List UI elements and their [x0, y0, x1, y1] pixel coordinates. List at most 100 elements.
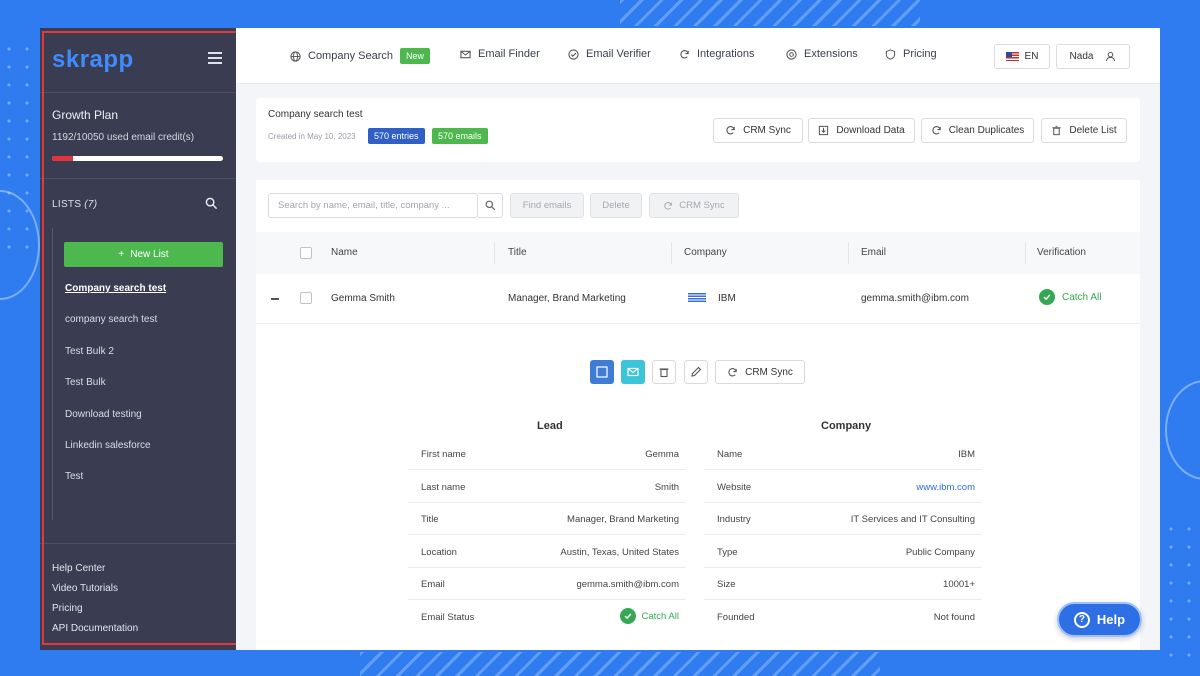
- lead-email-value: gemma.smith@ibm.com: [576, 579, 679, 590]
- contacts-search-input[interactable]: Search by name, email, title, company ..…: [268, 193, 478, 218]
- row-title: Manager, Brand Marketing: [508, 293, 626, 304]
- list-rail: [52, 228, 53, 520]
- list-item-company-search-test[interactable]: Company search test: [65, 283, 166, 294]
- list-header-card: Company search test Created in May 10, 2…: [256, 98, 1140, 162]
- sidebar-divider: [40, 178, 236, 179]
- language-selector[interactable]: EN: [994, 44, 1050, 69]
- new-list-button[interactable]: + New List: [64, 242, 223, 267]
- column-email[interactable]: Email: [861, 247, 886, 258]
- row-verification-label: Catch All: [1062, 291, 1102, 303]
- search-icon[interactable]: [205, 197, 218, 210]
- column-verification[interactable]: Verification: [1037, 247, 1086, 258]
- email-button[interactable]: [621, 360, 645, 384]
- credits-progress-fill: [52, 156, 73, 161]
- delete-button[interactable]: Delete: [590, 193, 642, 218]
- list-item-download-testing[interactable]: Download testing: [65, 409, 142, 420]
- lead-location-row: Location Austin, Texas, United States: [408, 536, 686, 568]
- nav-email-verifier[interactable]: Email Verifier: [568, 48, 651, 60]
- user-name: Nada: [1069, 51, 1094, 62]
- lead-email-status-value: Catch All: [619, 608, 679, 624]
- us-flag-icon: [1005, 52, 1019, 61]
- select-all-checkbox[interactable]: [300, 247, 312, 259]
- lead-first-name-key: First name: [421, 449, 466, 460]
- find-emails-button[interactable]: Find emails: [510, 193, 584, 218]
- lead-email-row: Email gemma.smith@ibm.com: [408, 568, 686, 600]
- nav-extensions[interactable]: Extensions: [786, 48, 858, 60]
- shield-icon: [885, 48, 896, 60]
- menu-list-icon[interactable]: [208, 52, 222, 64]
- user-menu-button[interactable]: Nada: [1056, 44, 1130, 69]
- company-industry-row: Industry IT Services and IT Consulting: [704, 503, 982, 535]
- company-name-row: Name IBM: [704, 438, 982, 470]
- linkedin-button[interactable]: [590, 360, 614, 384]
- list-item-company-search-test-2[interactable]: company search test: [65, 314, 157, 325]
- list-item-test-bulk-2[interactable]: Test Bulk 2: [65, 346, 114, 357]
- table-row[interactable]: Gemma Smith Manager, Brand Marketing IBM…: [256, 274, 1140, 324]
- company-size-key: Size: [717, 579, 736, 590]
- search-button[interactable]: [478, 193, 503, 218]
- sidebar: skrapp Growth Plan 1192/10050 used email…: [40, 28, 236, 650]
- api-documentation-link[interactable]: API Documentation: [52, 623, 138, 634]
- row-checkbox[interactable]: [300, 292, 312, 304]
- company-size-value: 10001+: [943, 579, 975, 590]
- refresh-icon: [932, 126, 941, 135]
- crm-sync-button[interactable]: CRM Sync: [713, 118, 803, 143]
- company-website-key: Website: [717, 482, 752, 493]
- delete-list-label: Delete List: [1069, 125, 1117, 136]
- lead-location-key: Location: [421, 547, 457, 558]
- lead-section-title: Lead: [537, 420, 563, 432]
- lead-email-status-row: Email Status Catch All: [408, 601, 686, 633]
- sync-icon: [728, 367, 737, 376]
- company-website-link[interactable]: www.ibm.com: [916, 482, 975, 493]
- column-title[interactable]: Title: [508, 247, 527, 258]
- crm-sync-toolbar-label: CRM Sync: [679, 200, 725, 211]
- help-label: Help: [1096, 612, 1126, 627]
- top-navigation: Company Search New Email Finder Email Ve…: [236, 28, 1160, 84]
- column-divider: [671, 242, 672, 264]
- nav-email-verifier-label: Email Verifier: [586, 48, 651, 60]
- download-data-label: Download Data: [836, 125, 905, 136]
- pencil-icon: [691, 366, 702, 377]
- check-circle-icon: [619, 608, 636, 624]
- collapse-row-icon[interactable]: [271, 298, 279, 300]
- row-name: Gemma Smith: [331, 293, 395, 304]
- sync-icon: [680, 49, 689, 58]
- nav-company-search-label: Company Search: [308, 50, 393, 62]
- crm-sync-label: CRM Sync: [743, 125, 791, 136]
- pricing-link[interactable]: Pricing: [52, 603, 83, 614]
- envelope-icon: [627, 367, 639, 377]
- crm-sync-toolbar-button[interactable]: CRM Sync: [649, 193, 739, 218]
- help-button[interactable]: ? Help: [1057, 602, 1142, 637]
- background-stripes-top: [620, 0, 920, 26]
- nav-pricing[interactable]: Pricing: [885, 48, 937, 60]
- check-circle-icon: [1039, 289, 1055, 305]
- clean-duplicates-button[interactable]: Clean Duplicates: [921, 118, 1034, 143]
- chrome-icon: [786, 48, 797, 60]
- row-email: gemma.smith@ibm.com: [861, 293, 969, 304]
- column-name[interactable]: Name: [331, 247, 358, 258]
- new-list-label: New List: [130, 249, 169, 260]
- contact-crm-sync-button[interactable]: CRM Sync: [715, 360, 805, 384]
- delete-contact-button[interactable]: [652, 360, 676, 384]
- column-divider: [494, 242, 495, 264]
- nav-company-search[interactable]: Company Search New: [290, 48, 431, 64]
- help-center-link[interactable]: Help Center: [52, 563, 105, 574]
- nav-email-finder[interactable]: Email Finder: [460, 48, 540, 60]
- video-tutorials-link[interactable]: Video Tutorials: [52, 583, 118, 594]
- list-title: Company search test: [268, 109, 363, 120]
- skrapp-logo[interactable]: skrapp: [52, 46, 134, 74]
- edit-contact-button[interactable]: [684, 360, 708, 384]
- download-data-button[interactable]: Download Data: [808, 118, 915, 143]
- list-item-test-bulk[interactable]: Test Bulk: [65, 377, 106, 388]
- company-industry-key: Industry: [717, 514, 751, 525]
- nav-integrations[interactable]: Integrations: [679, 48, 754, 60]
- download-icon: [819, 125, 829, 136]
- entries-badge: 570 entries: [368, 128, 425, 144]
- column-divider: [1025, 242, 1026, 264]
- list-item-test[interactable]: Test: [65, 471, 83, 482]
- delete-list-button[interactable]: Delete List: [1041, 118, 1127, 143]
- lead-title-row: Title Manager, Brand Marketing: [408, 503, 686, 535]
- ibm-logo-icon: [688, 293, 706, 303]
- list-item-linkedin-salesforce[interactable]: Linkedin salesforce: [65, 440, 151, 451]
- column-company[interactable]: Company: [684, 247, 727, 258]
